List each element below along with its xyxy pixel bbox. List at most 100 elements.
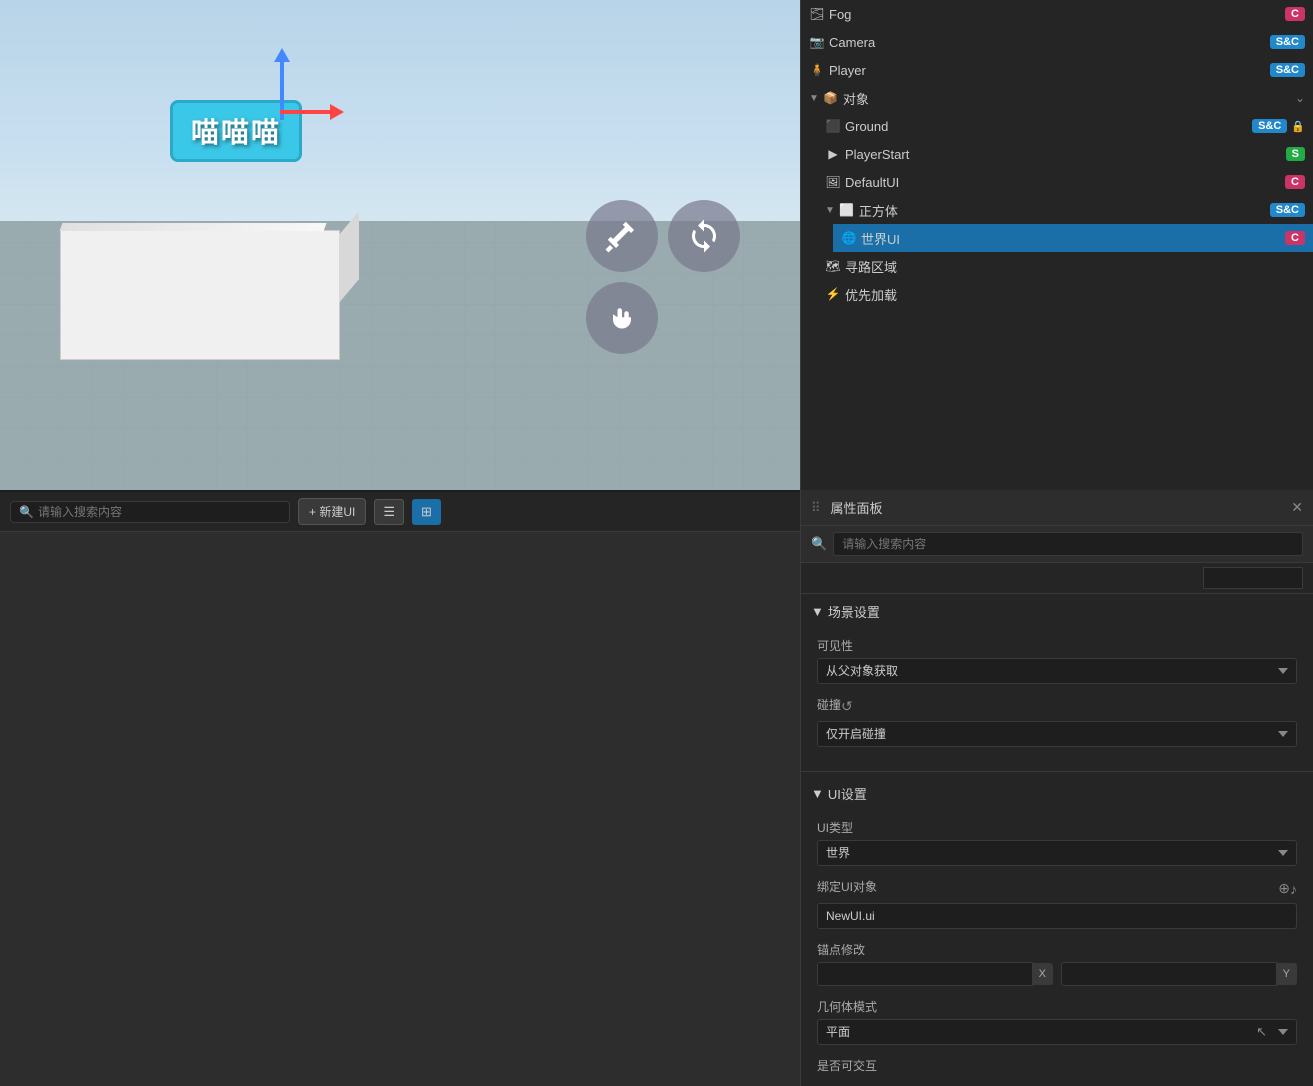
anchor-x-label: X bbox=[1033, 963, 1053, 985]
camera-badge: S&C bbox=[1270, 35, 1305, 49]
ground-label: Ground bbox=[845, 119, 1248, 134]
playerstart-badge: S bbox=[1286, 147, 1305, 161]
list-icon: ☰ bbox=[383, 504, 395, 519]
collision-reset-icon[interactable]: ↺ bbox=[841, 698, 853, 715]
fog-icon: 🌫 bbox=[809, 6, 825, 22]
playerstart-icon: ▶ bbox=[825, 146, 841, 162]
priority-load-icon: ⚡ bbox=[825, 286, 841, 302]
properties-panel: ⠿ 属性面板 ✕ 🔍 0.000 ▼ 场景设置 可见性 从父对象获取 可见 bbox=[800, 490, 1313, 1086]
ui-type-prop: UI类型 世界 屏幕 头顶 bbox=[817, 819, 1297, 866]
collision-label-row: 碰撞 ↺ bbox=[817, 696, 1297, 717]
properties-search-input[interactable] bbox=[833, 532, 1303, 556]
worldui-icon: 🌐 bbox=[841, 230, 857, 246]
scene-item-player[interactable]: 🧍 Player S&C bbox=[801, 56, 1313, 84]
pathfinding-icon: 🗺 bbox=[825, 258, 841, 274]
object-group-label: 对象 bbox=[843, 89, 1291, 108]
drag-handle-icon: ⠿ bbox=[811, 500, 821, 516]
attack-button[interactable] bbox=[586, 200, 658, 272]
scene-item-playerstart[interactable]: ▶ PlayerStart S bbox=[817, 140, 1313, 168]
defaultui-icon: 🖼 bbox=[825, 174, 841, 190]
priority-load-label: 优先加载 bbox=[845, 285, 1305, 304]
ui-search-icon: 🔍 bbox=[19, 505, 34, 519]
player-label: Player bbox=[829, 63, 1266, 78]
bind-ui-prop: 绑定UI对象 ⊕ ♪ NewUI.ui bbox=[817, 878, 1297, 929]
scene-item-fog[interactable]: 🌫 Fog C bbox=[801, 0, 1313, 28]
new-ui-button[interactable]: + 新建UI bbox=[298, 498, 366, 525]
scene-item-defaultui[interactable]: 🖼 DefaultUI C bbox=[817, 168, 1313, 196]
interactive-label: 是否可交互 bbox=[817, 1057, 1297, 1074]
anchor-prop: 锚点修改 0.500 X 0.500 Y bbox=[817, 941, 1297, 986]
player-badge: S&C bbox=[1270, 63, 1305, 77]
anchor-x-group: 0.500 X bbox=[817, 962, 1053, 986]
ui-type-label: UI类型 bbox=[817, 819, 1297, 836]
ui-search-box[interactable]: 🔍 bbox=[10, 501, 290, 523]
viewport-buttons bbox=[586, 200, 740, 354]
panel-close-button[interactable]: ✕ bbox=[1291, 499, 1303, 516]
collision-select[interactable]: 仅开启碰撞 开启碰撞 关闭碰撞 bbox=[817, 721, 1297, 747]
ui-builder-content bbox=[0, 532, 800, 1086]
defaultui-label: DefaultUI bbox=[845, 175, 1281, 190]
scene-item-worldui[interactable]: 🌐 世界UI C bbox=[833, 224, 1313, 252]
square-group-label: 正方体 bbox=[859, 201, 1266, 220]
grid-icon: ⊞ bbox=[421, 504, 432, 519]
ui-search-input[interactable] bbox=[38, 505, 281, 519]
square-group-icon: ⬜ bbox=[839, 202, 855, 218]
scene-item-camera[interactable]: 📷 Camera S&C bbox=[801, 28, 1313, 56]
panel-title: 属性面板 bbox=[831, 498, 1286, 517]
ui-settings-fold-icon: ▼ bbox=[811, 786, 824, 801]
anchor-y-label: Y bbox=[1277, 963, 1297, 985]
fog-badge: C bbox=[1285, 7, 1305, 21]
fog-label: Fog bbox=[829, 7, 1281, 22]
ui-builder-panel: 🔍 + 新建UI ☰ ⊞ bbox=[0, 490, 800, 1086]
ui-type-select[interactable]: 世界 屏幕 头顶 bbox=[817, 840, 1297, 866]
collision-label: 碰撞 bbox=[817, 696, 841, 713]
scene-item-pathfinding[interactable]: 🗺 寻路区域 bbox=[817, 252, 1313, 280]
square-group-fold-icon: ▼ bbox=[825, 205, 835, 216]
divider-1 bbox=[801, 771, 1313, 772]
hand-icon bbox=[604, 300, 640, 336]
anchor-label: 锚点修改 bbox=[817, 941, 1297, 958]
value-row: 0.000 bbox=[801, 563, 1313, 594]
bind-ui-value: NewUI.ui bbox=[817, 903, 1297, 929]
object-group-expand-icon: ⌄ bbox=[1295, 91, 1305, 105]
camera-icon: 📷 bbox=[809, 34, 825, 50]
scene-item-priority-load[interactable]: ⚡ 优先加载 bbox=[817, 280, 1313, 308]
collision-prop: 碰撞 ↺ 仅开启碰撞 开启碰撞 关闭碰撞 bbox=[817, 696, 1297, 747]
view-list-button[interactable]: ☰ bbox=[374, 499, 404, 525]
worldui-label: 世界UI bbox=[861, 229, 1281, 248]
ui-builder-toolbar: 🔍 + 新建UI ☰ ⊞ bbox=[0, 492, 800, 532]
scene-settings-header[interactable]: ▼ 场景设置 bbox=[801, 594, 1313, 629]
anchor-y-input[interactable]: 0.500 bbox=[1061, 962, 1277, 986]
scene-item-ground[interactable]: ⬛ Ground S&C 🔒 bbox=[817, 112, 1313, 140]
scene-hierarchy-panel: 🌫 Fog C 📷 Camera S&C 🧍 Player S&C ▼ 📦 对象… bbox=[800, 0, 1313, 490]
ground-lock-icon: 🔒 bbox=[1291, 120, 1305, 133]
visibility-prop: 可见性 从父对象获取 可见 隐藏 bbox=[817, 637, 1297, 684]
object-group-fold-icon: ▼ bbox=[809, 93, 819, 104]
ui-settings-label: UI设置 bbox=[828, 784, 867, 803]
scene-settings-label: 场景设置 bbox=[828, 602, 880, 621]
ui-settings-content: UI类型 世界 屏幕 头顶 绑定UI对象 ⊕ ♪ NewUI.ui 锚点修改 bbox=[801, 811, 1313, 1086]
bind-position-icon[interactable]: ⊕ bbox=[1278, 880, 1290, 897]
scene-item-object-group[interactable]: ▼ 📦 对象 ⌄ bbox=[801, 84, 1313, 112]
rotate-icon bbox=[686, 218, 722, 254]
panel-header: ⠿ 属性面板 ✕ bbox=[801, 490, 1313, 526]
visibility-label: 可见性 bbox=[817, 637, 1297, 654]
bind-ui-label: 绑定UI对象 bbox=[817, 878, 1278, 895]
visibility-select[interactable]: 从父对象获取 可见 隐藏 bbox=[817, 658, 1297, 684]
anchor-x-input[interactable]: 0.500 bbox=[817, 962, 1033, 986]
viewport: 喵喵喵 bbox=[0, 0, 800, 490]
pathfinding-label: 寻路区域 bbox=[845, 257, 1305, 276]
anchor-y-group: 0.500 Y bbox=[1061, 962, 1297, 986]
geometry-select[interactable]: 平面 球形 柱面 bbox=[817, 1019, 1297, 1045]
view-grid-button[interactable]: ⊞ bbox=[412, 499, 441, 525]
interact-button[interactable] bbox=[586, 282, 658, 354]
value-input[interactable]: 0.000 bbox=[1203, 567, 1303, 589]
sword-icon bbox=[604, 218, 640, 254]
scene-item-square-group[interactable]: ▼ ⬜ 正方体 S&C bbox=[817, 196, 1313, 224]
rotate-button[interactable] bbox=[668, 200, 740, 272]
worldui-badge: C bbox=[1285, 231, 1305, 245]
ui-settings-header[interactable]: ▼ UI设置 bbox=[801, 776, 1313, 811]
bind-link-icon[interactable]: ♪ bbox=[1290, 881, 1297, 897]
ground-badge: S&C bbox=[1252, 119, 1287, 133]
anchor-row: 0.500 X 0.500 Y bbox=[817, 962, 1297, 986]
